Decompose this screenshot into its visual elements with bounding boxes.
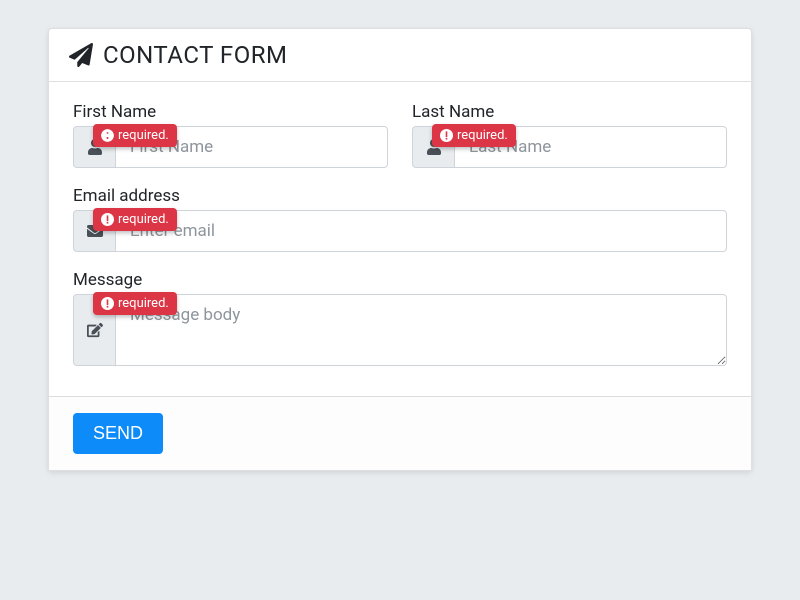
card-header: CONTACT FORM: [49, 29, 751, 82]
required-text: required.: [118, 296, 169, 311]
contact-form-card: CONTACT FORM First Name required.: [48, 28, 752, 471]
card-body: First Name required. Last Name: [49, 82, 751, 396]
required-badge: required.: [93, 208, 177, 231]
required-badge: required.: [93, 292, 177, 315]
message-textarea[interactable]: [115, 294, 727, 366]
message-label: Message: [73, 270, 727, 290]
exclamation-circle-icon: [101, 129, 114, 142]
required-badge: required.: [432, 124, 516, 147]
email-input[interactable]: [115, 210, 727, 252]
email-label: Email address: [73, 186, 727, 206]
name-row: First Name required. Last Name: [73, 102, 727, 168]
required-badge: required.: [93, 124, 177, 147]
send-button[interactable]: SEND: [73, 413, 163, 454]
exclamation-circle-icon: [440, 129, 453, 142]
email-group: Email address required.: [73, 186, 727, 252]
last-name-label: Last Name: [412, 102, 727, 122]
required-text: required.: [118, 212, 169, 227]
paper-plane-icon: [69, 43, 93, 67]
exclamation-circle-icon: [101, 297, 114, 310]
message-group: Message required.: [73, 270, 727, 366]
card-footer: SEND: [49, 396, 751, 470]
last-name-group: Last Name required.: [412, 102, 727, 168]
required-text: required.: [457, 128, 508, 143]
exclamation-circle-icon: [101, 213, 114, 226]
form-title: CONTACT FORM: [103, 41, 287, 69]
first-name-group: First Name required.: [73, 102, 388, 168]
required-text: required.: [118, 128, 169, 143]
first-name-label: First Name: [73, 102, 388, 122]
